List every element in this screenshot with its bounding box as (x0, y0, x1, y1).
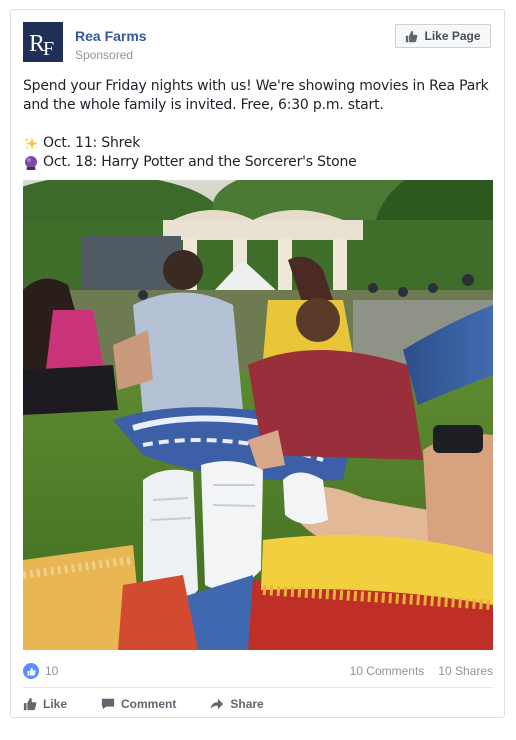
like-page-label: Like Page (424, 29, 481, 43)
actions-divider (23, 687, 493, 688)
sparkles-icon (24, 136, 38, 150)
post-body-text: Spend your Friday nights with us! We're … (23, 77, 495, 172)
schedule-item-text: Oct. 11: Shrek (43, 135, 141, 151)
page-logo[interactable]: R F (23, 22, 63, 62)
schedule-item: Oct. 18: Harry Potter and the Sorcerer's… (23, 153, 495, 172)
reaction-summary[interactable]: 10 (23, 663, 58, 679)
share-button[interactable]: Share (210, 694, 264, 714)
post-actions-bar: Like Comment Share (23, 694, 493, 714)
post-stats: 10 10 Comments 10 Shares (23, 661, 493, 683)
like-button-label: Like (43, 697, 68, 711)
post-header: R F Rea Farms Sponsored Like Page (23, 22, 493, 64)
comment-button-label: Comment (121, 697, 177, 711)
comment-button[interactable]: Comment (101, 694, 176, 714)
crystal-ball-icon (25, 155, 37, 170)
sponsored-label[interactable]: Sponsored (75, 48, 133, 62)
like-reaction-icon (23, 663, 39, 679)
page-name-link[interactable]: Rea Farms (75, 28, 147, 44)
schedule-item-text: Oct. 18: Harry Potter and the Sorcerer's… (43, 154, 357, 170)
comments-count-link[interactable]: 10 Comments (350, 664, 425, 678)
schedule-item: Oct. 11: Shrek (23, 134, 495, 153)
shares-count-link[interactable]: 10 Shares (438, 664, 493, 678)
like-page-button[interactable]: Like Page (395, 24, 491, 48)
sponsored-post-card: R F Rea Farms Sponsored Like Page Spend … (10, 9, 505, 718)
post-photo[interactable] (23, 180, 493, 650)
share-button-label: Share (230, 697, 264, 711)
like-count: 10 (45, 664, 59, 678)
like-button[interactable]: Like (23, 694, 67, 714)
thumbs-up-icon (23, 697, 37, 711)
comment-icon (101, 698, 115, 710)
svg-text:F: F (43, 38, 54, 60)
post-intro-text: Spend your Friday nights with us! We're … (23, 78, 489, 113)
thumbs-up-icon (406, 30, 418, 42)
share-arrow-icon (211, 698, 224, 710)
